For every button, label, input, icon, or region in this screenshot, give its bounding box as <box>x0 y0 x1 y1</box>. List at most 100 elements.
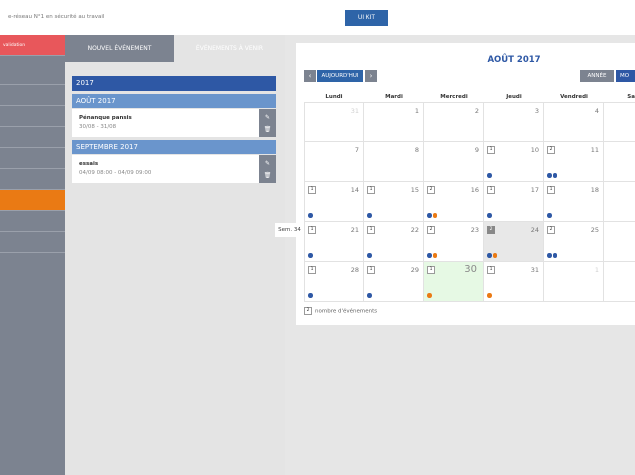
calendar-day-cell[interactable]: 2 <box>424 102 484 142</box>
calendar-day-cell[interactable]: 15 1 <box>364 182 424 222</box>
event-dot[interactable] <box>552 253 557 258</box>
day-number: 10 <box>530 146 539 154</box>
day-number: 9 <box>474 146 479 154</box>
event-dates: 30/08 - 31/08 <box>79 124 117 130</box>
prev-month-icon[interactable]: ‹ <box>304 70 316 82</box>
view-year-button[interactable]: Année <box>580 70 614 82</box>
edit-icon[interactable]: ✎ <box>263 113 272 122</box>
event-dot[interactable] <box>367 293 372 298</box>
tab-new-event[interactable]: Nouvel événement <box>65 35 174 62</box>
calendar-day-cell[interactable]: 30 1 <box>424 262 484 302</box>
event-dot[interactable] <box>487 173 492 178</box>
calendar-day-cell[interactable]: 18 1 <box>544 182 604 222</box>
event-dot[interactable] <box>427 293 432 298</box>
today-button[interactable]: AUJOURD'HUI <box>317 70 363 82</box>
sidebar-item[interactable] <box>0 190 65 211</box>
calendar-day-cell[interactable]: 8 <box>364 142 424 182</box>
calendar-day-cell[interactable]: 10 1 <box>484 142 544 182</box>
event-dots <box>547 213 553 218</box>
event-dot[interactable] <box>487 253 492 258</box>
trash-icon[interactable]: 🗑 <box>263 171 272 180</box>
calendar-day-cell[interactable]: 5 <box>604 102 635 142</box>
sidebar-item[interactable] <box>0 106 65 127</box>
calendar-day-cell[interactable]: 19 <box>604 182 635 222</box>
month-header-august[interactable]: Août 2017 <box>72 94 276 108</box>
calendar-day-cell[interactable]: 12 <box>604 142 635 182</box>
legend-text: nombre d'événements <box>315 308 378 315</box>
sidebar-item[interactable] <box>0 148 65 169</box>
event-dot[interactable] <box>367 253 372 258</box>
calendar-day-cell[interactable]: 7 <box>304 142 364 182</box>
calendar-day-cell[interactable]: 28 1 <box>304 262 364 302</box>
event-dot[interactable] <box>487 213 492 218</box>
tab-upcoming-events[interactable]: Événements à venir <box>174 35 285 62</box>
ui-kit-button[interactable]: UI KIT <box>345 10 388 26</box>
calendar-day-cell[interactable]: 11 2 <box>544 142 604 182</box>
calendar-day-cell[interactable]: 9 <box>424 142 484 182</box>
event-dot[interactable] <box>432 253 437 258</box>
next-month-icon[interactable]: › <box>365 70 377 82</box>
calendar-day-cell[interactable]: 3 <box>484 102 544 142</box>
event-card[interactable]: Pénanque pansis 30/08 - 31/08 ✎ 🗑 <box>72 109 276 137</box>
trash-icon[interactable]: 🗑 <box>263 125 272 134</box>
event-title: essais <box>79 161 99 167</box>
event-dot[interactable] <box>547 253 552 258</box>
tagline: e-réseau N°1 en sécurité au travail <box>8 14 105 20</box>
sidebar-item-label: validation <box>3 43 26 48</box>
event-actions: ✎ 🗑 <box>259 155 276 183</box>
day-number: 29 <box>410 266 419 274</box>
event-dot[interactable] <box>427 213 432 218</box>
event-dot[interactable] <box>552 173 557 178</box>
day-number: 17 <box>530 186 539 194</box>
event-count-badge: 1 <box>367 266 375 274</box>
event-dot[interactable] <box>308 293 313 298</box>
event-dot[interactable] <box>427 253 432 258</box>
calendar-day-cell[interactable]: 2 <box>604 262 635 302</box>
edit-icon[interactable]: ✎ <box>263 159 272 168</box>
calendar-day-cell[interactable]: 31 <box>304 102 364 142</box>
calendar-day-cell[interactable]: 14 1 <box>304 182 364 222</box>
sidebar-item[interactable] <box>0 232 65 253</box>
sidebar-item[interactable] <box>0 85 65 106</box>
calendar-day-cell[interactable]: 25 2 <box>544 222 604 262</box>
sidebar-item[interactable] <box>0 169 65 190</box>
calendar-day-cell[interactable]: 24 2 <box>484 222 544 262</box>
calendar-day-cell[interactable]: 23 2 <box>424 222 484 262</box>
event-dot[interactable] <box>308 253 313 258</box>
event-count-badge: 1 <box>367 226 375 234</box>
calendar-day-cell[interactable]: 1 <box>544 262 604 302</box>
day-number: 31 <box>530 266 539 274</box>
month-header-september[interactable]: Septembre 2017 <box>72 140 276 154</box>
event-count-badge: 1 <box>547 186 555 194</box>
event-dot[interactable] <box>547 173 552 178</box>
event-dot[interactable] <box>308 213 313 218</box>
day-number: 28 <box>350 266 359 274</box>
event-dots <box>367 253 373 258</box>
event-dot[interactable] <box>432 213 437 218</box>
view-month-button[interactable]: Mo <box>616 70 635 82</box>
calendar-day-cell[interactable]: 16 2 <box>424 182 484 222</box>
day-number: 30 <box>464 264 477 275</box>
calendar-day-cell[interactable]: 21 1 <box>304 222 364 262</box>
event-dot[interactable] <box>487 293 492 298</box>
event-dot[interactable] <box>367 213 372 218</box>
calendar-day-cell[interactable]: 26 <box>604 222 635 262</box>
calendar-day-cell[interactable]: 29 1 <box>364 262 424 302</box>
day-number: 16 <box>470 186 479 194</box>
calendar-day-cell[interactable]: 22 1 <box>364 222 424 262</box>
sidebar-item[interactable]: validation <box>0 35 65 56</box>
event-actions: ✎ 🗑 <box>259 109 276 137</box>
weekday-header: Jeudi <box>506 94 522 100</box>
sidebar-item[interactable] <box>0 211 65 232</box>
calendar-day-cell[interactable]: 4 <box>544 102 604 142</box>
sidebar-item[interactable] <box>0 64 65 85</box>
calendar-day-cell[interactable]: 31 1 <box>484 262 544 302</box>
calendar-day-cell[interactable]: 17 1 <box>484 182 544 222</box>
event-card[interactable]: essais 04/09 08:00 - 04/09 09:00 ✎ 🗑 <box>72 155 276 183</box>
event-dot[interactable] <box>492 253 497 258</box>
event-dot[interactable] <box>547 213 552 218</box>
sidebar-item[interactable] <box>0 127 65 148</box>
year-header[interactable]: 2017 <box>72 76 276 91</box>
calendar-day-cell[interactable]: 1 <box>364 102 424 142</box>
day-number: 14 <box>350 186 359 194</box>
